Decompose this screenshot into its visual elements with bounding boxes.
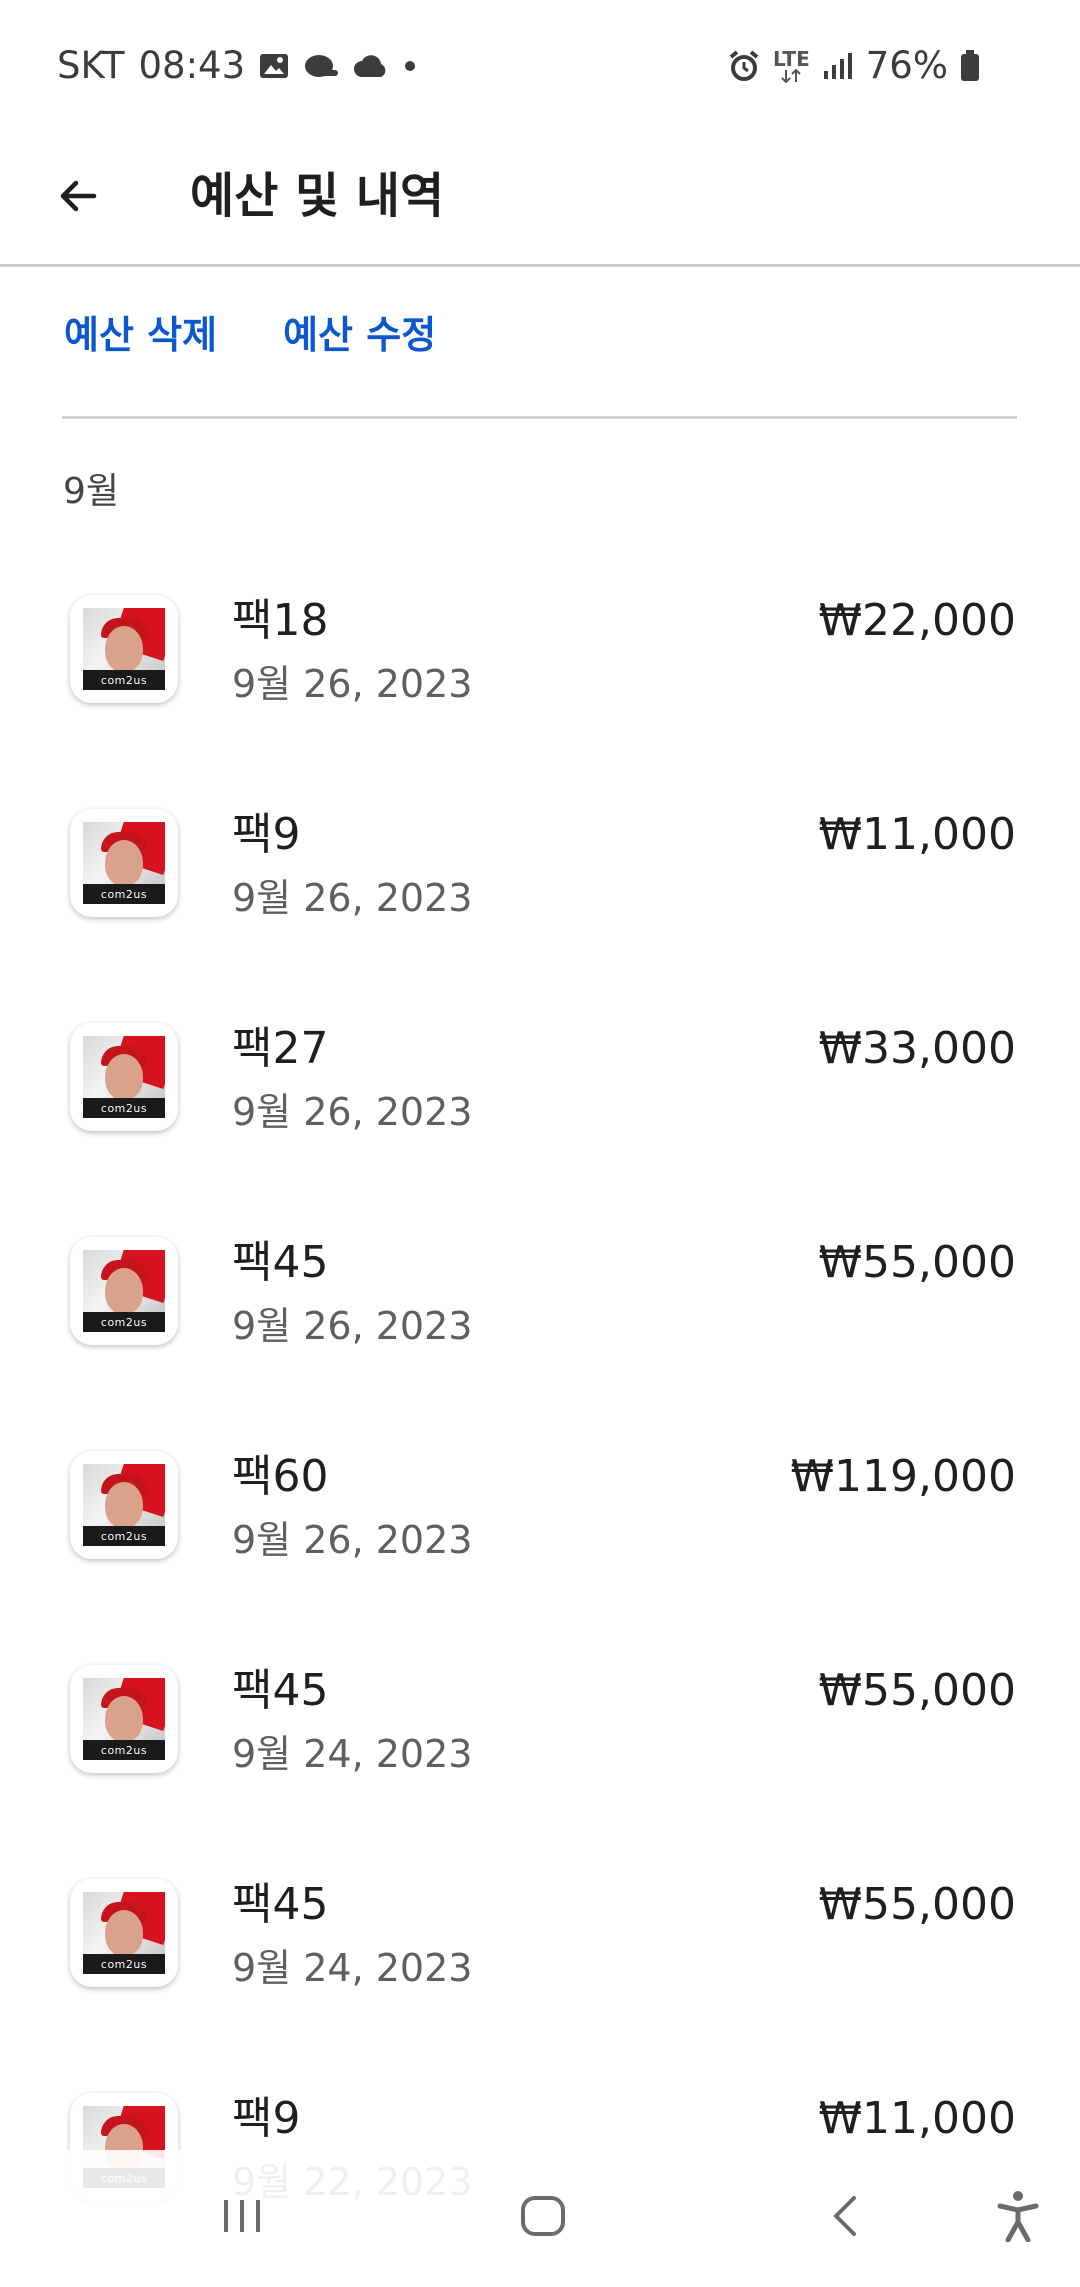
item-date: 9월 26, 2023 — [232, 876, 473, 920]
item-date: 9월 24, 2023 — [232, 1732, 473, 1776]
status-bar: SKT 08:43 LTE 76% — [0, 0, 1080, 130]
app-icon-brand: com2us — [83, 670, 165, 690]
item-name: 팩45 — [232, 1665, 329, 1716]
purchase-row[interactable]: com2us 팩27 9월 26, 2023 ₩33,000 — [0, 1003, 1080, 1217]
item-date: 9월 24, 2023 — [232, 1946, 473, 1990]
app-icon: com2us — [70, 1237, 178, 1345]
notification-dot-icon — [403, 59, 417, 73]
app-icon: com2us — [70, 595, 178, 703]
accessibility-icon — [997, 2191, 1039, 2242]
accessibility-button[interactable] — [978, 2176, 1058, 2256]
purchase-row[interactable]: com2us 팩45 9월 24, 2023 ₩55,000 — [0, 1645, 1080, 1859]
item-price: ₩55,000 — [818, 1665, 1016, 1716]
back-button[interactable] — [40, 158, 116, 234]
item-name: 팩45 — [232, 1879, 329, 1930]
item-name: 팩18 — [232, 595, 329, 646]
item-price: ₩22,000 — [818, 595, 1016, 646]
purchase-row[interactable]: com2us 팩45 9월 26, 2023 ₩55,000 — [0, 1217, 1080, 1431]
recent-apps-button[interactable] — [202, 2176, 282, 2256]
arrow-back-icon — [60, 180, 97, 212]
item-price: ₩11,000 — [818, 809, 1016, 860]
purchase-row[interactable]: com2us 팩45 9월 24, 2023 ₩55,000 — [0, 1859, 1080, 2073]
clock: 08:43 — [138, 44, 246, 87]
item-name: 팩27 — [232, 1023, 329, 1074]
item-price: ₩33,000 — [818, 1023, 1016, 1074]
cloud-icon — [353, 53, 389, 79]
item-price: ₩119,000 — [790, 1451, 1016, 1502]
app-icon-brand: com2us — [83, 1740, 165, 1760]
item-date: 9월 26, 2023 — [232, 1090, 473, 1134]
budget-actions: 예산 삭제 예산 수정 — [64, 300, 436, 370]
item-price: ₩55,000 — [818, 1237, 1016, 1288]
gallery-icon — [259, 52, 289, 80]
app-icon-brand: com2us — [83, 1954, 165, 1974]
system-nav-bar — [0, 2150, 1080, 2280]
nav-back-button[interactable] — [806, 2176, 886, 2256]
home-button[interactable] — [503, 2176, 583, 2256]
item-date: 9월 26, 2023 — [232, 662, 473, 706]
app-icon: com2us — [70, 809, 178, 917]
recents-icon — [224, 2200, 260, 2232]
item-name: 팩9 — [232, 809, 301, 860]
page-title: 예산 및 내역 — [190, 168, 445, 224]
purchase-row[interactable]: com2us 팩9 9월 26, 2023 ₩11,000 — [0, 789, 1080, 1003]
item-date: 9월 26, 2023 — [232, 1304, 473, 1348]
status-right: LTE 76% — [727, 44, 980, 87]
purchase-list: com2us 팩18 9월 26, 2023 ₩22,000 com2us 팩9… — [0, 575, 1080, 2287]
network-label: LTE — [773, 46, 810, 71]
battery-percent: 76% — [865, 44, 948, 87]
app-icon-brand: com2us — [83, 1312, 165, 1332]
app-icon: com2us — [70, 1665, 178, 1773]
item-price: ₩11,000 — [818, 2093, 1016, 2144]
divider — [62, 416, 1017, 419]
chevron-left-icon — [833, 2196, 856, 2236]
item-price: ₩55,000 — [818, 1879, 1016, 1930]
battery-icon — [960, 49, 980, 82]
alarm-icon — [727, 49, 761, 83]
purchase-row[interactable]: com2us 팩18 9월 26, 2023 ₩22,000 — [0, 575, 1080, 789]
app-icon-brand: com2us — [83, 1098, 165, 1118]
app-icon-brand: com2us — [83, 1526, 165, 1546]
item-date: 9월 26, 2023 — [232, 1518, 473, 1562]
app-icon: com2us — [70, 1023, 178, 1131]
month-header: 9월 — [63, 471, 120, 512]
carrier-label: SKT — [57, 44, 125, 87]
app-icon: com2us — [70, 1451, 178, 1559]
item-name: 팩9 — [232, 2093, 301, 2144]
app-icon-brand: com2us — [83, 884, 165, 904]
delete-budget-button[interactable]: 예산 삭제 — [64, 300, 217, 370]
lte-icon: LTE — [773, 49, 810, 83]
item-name: 팩45 — [232, 1237, 329, 1288]
app-bar: 예산 및 내역 — [0, 130, 1080, 267]
cap-icon — [303, 52, 339, 80]
app-icon: com2us — [70, 1879, 178, 1987]
status-left: SKT 08:43 — [57, 44, 417, 87]
item-name: 팩60 — [232, 1451, 329, 1502]
signal-icon — [822, 51, 854, 81]
purchase-row[interactable]: com2us 팩60 9월 26, 2023 ₩119,000 — [0, 1431, 1080, 1645]
edit-budget-button[interactable]: 예산 수정 — [283, 300, 436, 370]
home-icon — [521, 2196, 565, 2236]
